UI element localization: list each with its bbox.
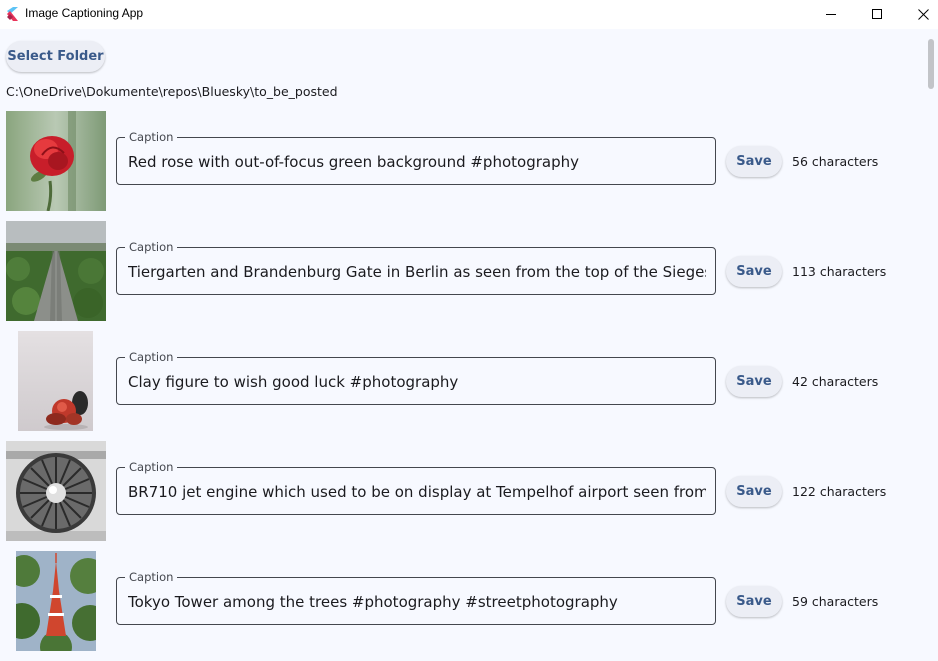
- close-icon: [917, 9, 929, 20]
- save-button[interactable]: Save: [726, 586, 782, 617]
- flutter-logo-icon: [7, 7, 18, 21]
- character-count: 122 characters: [792, 484, 887, 499]
- thumbnail: [6, 441, 106, 541]
- thumbnail: [6, 221, 106, 321]
- folder-path: C:\OneDrive\Dokumente\repos\Bluesky\to_b…: [6, 84, 338, 99]
- list-item: Caption Clay figure to wish good luck #p…: [0, 331, 924, 431]
- character-count: 42 characters: [792, 374, 879, 389]
- minimize-button[interactable]: [808, 0, 854, 29]
- caption-input[interactable]: Red rose with out-of-focus green backgro…: [128, 151, 706, 173]
- scrollbar-thumb[interactable]: [928, 39, 934, 89]
- maximize-button[interactable]: [854, 0, 900, 29]
- main-content: Select Folder C:\OneDrive\Dokumente\repo…: [0, 29, 924, 661]
- character-count: 56 characters: [792, 154, 879, 169]
- caption-field[interactable]: Caption Clay figure to wish good luck #p…: [116, 350, 716, 405]
- list-item: Caption BR710 jet engine which used to b…: [0, 441, 924, 541]
- caption-field[interactable]: Caption Red rose with out-of-focus green…: [116, 130, 716, 185]
- minimize-icon: [825, 14, 836, 15]
- character-count: 59 characters: [792, 594, 879, 609]
- caption-label: Caption: [125, 460, 178, 474]
- save-button[interactable]: Save: [726, 476, 782, 507]
- maximize-icon: [871, 9, 882, 19]
- save-button[interactable]: Save: [726, 146, 782, 177]
- caption-input[interactable]: Tiergarten and Brandenburg Gate in Berli…: [128, 261, 706, 283]
- thumbnail: [16, 551, 96, 651]
- caption-input[interactable]: Clay figure to wish good luck #photograp…: [128, 371, 706, 393]
- save-button[interactable]: Save: [726, 256, 782, 287]
- save-button[interactable]: Save: [726, 366, 782, 397]
- clay-figure-photo: [18, 331, 93, 431]
- caption-label: Caption: [125, 570, 178, 584]
- thumbnail: [6, 111, 106, 211]
- caption-field[interactable]: Caption BR710 jet engine which used to b…: [116, 460, 716, 515]
- title-bar: Image Captioning App: [0, 0, 938, 29]
- caption-input[interactable]: BR710 jet engine which used to be on dis…: [128, 481, 706, 503]
- list-item: Caption Tokyo Tower among the trees #pho…: [0, 551, 924, 651]
- red-rose-photo: [6, 111, 106, 211]
- vertical-scrollbar[interactable]: [924, 29, 938, 661]
- tokyo-tower-photo: [16, 551, 96, 651]
- list-item: Caption Tiergarten and Brandenburg Gate …: [0, 221, 924, 321]
- caption-label: Caption: [125, 130, 178, 144]
- thumbnail: [18, 331, 93, 431]
- caption-field[interactable]: Caption Tokyo Tower among the trees #pho…: [116, 570, 716, 625]
- list-item: Caption Red rose with out-of-focus green…: [0, 111, 924, 211]
- select-folder-button[interactable]: Select Folder: [6, 41, 105, 72]
- character-count: 113 characters: [792, 264, 887, 279]
- tiergarten-aerial-photo: [6, 221, 106, 321]
- jet-engine-photo: [6, 441, 106, 541]
- window-title: Image Captioning App: [25, 6, 144, 20]
- caption-input[interactable]: Tokyo Tower among the trees #photography…: [128, 591, 706, 613]
- caption-field[interactable]: Caption Tiergarten and Brandenburg Gate …: [116, 240, 716, 295]
- caption-label: Caption: [125, 350, 178, 364]
- caption-label: Caption: [125, 240, 178, 254]
- close-button[interactable]: [900, 0, 938, 29]
